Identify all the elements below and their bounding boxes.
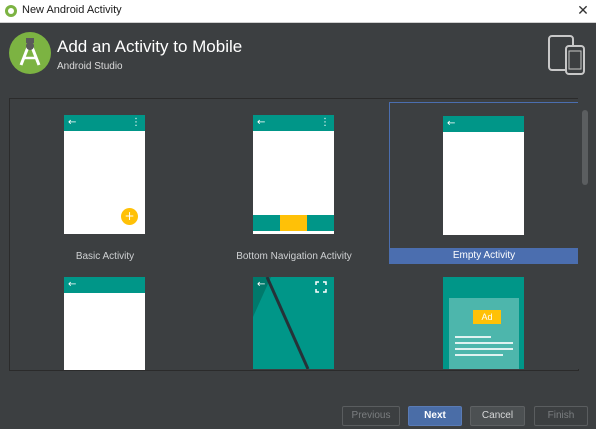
- fullscreen-icon: [315, 281, 327, 293]
- back-arrow-icon: ←: [68, 279, 77, 290]
- overflow-menu-icon: ⋮: [320, 117, 330, 128]
- app-bar: ← ⋮: [64, 115, 145, 131]
- tile-label: Basic Activity: [75, 251, 135, 262]
- back-arrow-icon: ←: [447, 118, 456, 129]
- android-studio-logo: [9, 32, 51, 74]
- ad-card: Ad: [449, 298, 519, 369]
- template-preview: ← ⋮: [253, 115, 334, 234]
- text-line: [455, 354, 503, 356]
- scrollbar-thumb[interactable]: [582, 110, 588, 185]
- text-line: [455, 348, 513, 350]
- mobile-device-icon: [548, 35, 585, 75]
- app-bar: ←: [64, 277, 145, 293]
- template-preview: ←: [443, 116, 524, 235]
- template-preview: ←: [253, 277, 334, 369]
- fab-icon: +: [121, 208, 138, 225]
- page-title: Add an Activity to Mobile: [57, 37, 243, 56]
- next-button[interactable]: Next: [408, 406, 462, 426]
- gallery-scrollbar[interactable]: [578, 98, 591, 369]
- text-line: [455, 336, 491, 338]
- android-studio-icon: [5, 5, 17, 17]
- tile-label: Empty Activity: [389, 248, 578, 264]
- app-bar: ←: [443, 116, 524, 132]
- tile-basic-activity[interactable]: ← ⋮ + Basic Activity: [10, 105, 200, 265]
- back-arrow-icon: ←: [257, 117, 266, 128]
- app-bar: ← ⋮: [253, 115, 334, 131]
- back-arrow-icon: ←: [68, 117, 77, 128]
- tile-activity-4[interactable]: ←: [10, 267, 200, 370]
- ad-badge: Ad: [473, 310, 501, 324]
- text-line: [455, 342, 513, 344]
- overflow-menu-icon: ⋮: [131, 117, 141, 128]
- wizard-header: Add an Activity to Mobile Android Studio: [0, 23, 596, 89]
- back-arrow-icon: ←: [257, 279, 266, 290]
- bottom-nav-active-item: [280, 215, 307, 231]
- finish-button[interactable]: Finish: [534, 406, 588, 426]
- window-titlebar: New Android Activity ✕: [0, 0, 596, 23]
- activity-gallery: ← ⋮ + Basic Activity ← ⋮ Bottom Navigati…: [9, 98, 579, 371]
- tile-fullscreen-activity[interactable]: ←: [199, 267, 389, 370]
- bottom-navigation-bar: [253, 215, 334, 231]
- window-title: New Android Activity: [22, 4, 122, 16]
- template-preview: Ad: [443, 277, 524, 369]
- tile-empty-activity[interactable]: ← Empty Activity: [389, 102, 578, 264]
- cancel-button[interactable]: Cancel: [470, 406, 525, 426]
- tile-label: Bottom Navigation Activity: [236, 251, 352, 262]
- template-preview: ←: [64, 277, 145, 370]
- tile-admob-activity[interactable]: Ad: [389, 267, 578, 370]
- close-icon[interactable]: ✕: [570, 0, 596, 22]
- page-subtitle: Android Studio: [57, 61, 123, 72]
- tile-bottom-navigation-activity[interactable]: ← ⋮ Bottom Navigation Activity: [199, 105, 389, 265]
- previous-button[interactable]: Previous: [342, 406, 400, 426]
- template-preview: ← ⋮ +: [64, 115, 145, 234]
